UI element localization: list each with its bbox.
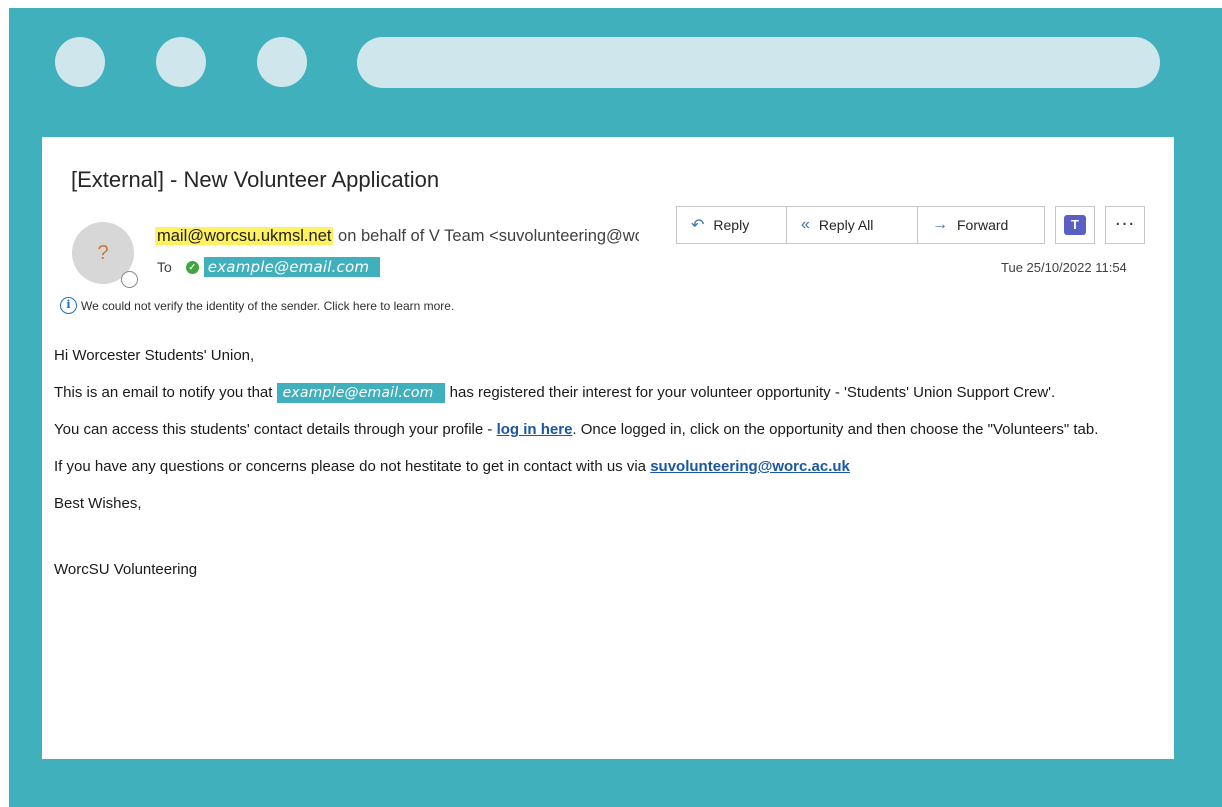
access-text-end: . Once logged in, click on the opportuni… bbox=[572, 421, 1099, 438]
received-date: Tue 25/10/2022 11:54 bbox=[1001, 260, 1127, 275]
reply-label: Reply bbox=[713, 217, 750, 233]
email-closing: Best Wishes, bbox=[54, 495, 142, 512]
recipient-line: To ✓ example@email.com bbox=[157, 257, 381, 277]
forward-label: Forward bbox=[957, 217, 1009, 233]
access-text-start: You can access this students' contact de… bbox=[54, 421, 497, 438]
reply-all-label: Reply All bbox=[818, 217, 874, 233]
log-in-link[interactable]: log in here bbox=[497, 421, 573, 438]
email-paragraph-notification: This is an email to notify you that exam… bbox=[54, 382, 1164, 404]
email-paragraph-contact: If you have any questions or concerns pl… bbox=[54, 456, 1164, 478]
email-reading-pane: [External] - New Volunteer Application ?… bbox=[42, 137, 1174, 759]
window-dot-2 bbox=[156, 37, 206, 87]
window-dot-3 bbox=[257, 37, 307, 87]
presence-status-icon bbox=[121, 271, 138, 288]
teams-button[interactable]: T bbox=[1055, 206, 1095, 244]
reply-icon: ↶ bbox=[691, 217, 705, 234]
applicant-email[interactable]: example@email.com bbox=[276, 383, 446, 403]
email-paragraph-access: You can access this students' contact de… bbox=[54, 419, 1164, 441]
email-subject: [External] - New Volunteer Application bbox=[71, 167, 440, 192]
email-actions: ↶ Reply « Reply All → Forward T ··· bbox=[676, 206, 1145, 244]
reply-button-group: ↶ Reply « Reply All → Forward bbox=[676, 206, 1045, 244]
sender-line[interactable]: mail@worcsu.ukmsl.net on behalf of V Tea… bbox=[155, 227, 639, 246]
reply-all-button[interactable]: « Reply All bbox=[787, 207, 918, 243]
sender-warning[interactable]: i We could not verify the identity of th… bbox=[60, 297, 454, 314]
verified-check-icon: ✓ bbox=[185, 260, 199, 274]
reply-all-icon: « bbox=[801, 216, 810, 233]
contact-text: If you have any questions or concerns pl… bbox=[54, 458, 651, 475]
sender-warning-text[interactable]: We could not verify the identity of the … bbox=[81, 299, 454, 313]
sender-behalf-text: on behalf of V Team <suvolunteering@worc… bbox=[338, 227, 639, 245]
forward-icon: → bbox=[932, 216, 948, 233]
window-dot-1 bbox=[55, 37, 105, 87]
email-signature: WorcSU Volunteering bbox=[54, 561, 198, 578]
email-greeting: Hi Worcester Students' Union, bbox=[54, 347, 255, 364]
forward-button[interactable]: → Forward bbox=[918, 207, 1044, 243]
notification-text-start: This is an email to notify you that bbox=[54, 384, 277, 401]
contact-email-link[interactable]: suvolunteering@worc.ac.uk bbox=[650, 458, 850, 475]
reply-button[interactable]: ↶ Reply bbox=[677, 207, 787, 243]
teams-icon: T bbox=[1064, 215, 1086, 235]
sender-address[interactable]: mail@worcsu.ukmsl.net bbox=[155, 227, 334, 245]
to-label: To bbox=[157, 259, 172, 275]
notification-text-end: has registered their interest for your v… bbox=[445, 384, 1056, 401]
recipient-address[interactable]: example@email.com bbox=[203, 257, 381, 277]
email-body: Hi Worcester Students' Union, This is an… bbox=[54, 345, 1164, 596]
more-options-icon: ··· bbox=[1114, 214, 1136, 235]
info-icon: i bbox=[60, 297, 77, 314]
more-actions-button[interactable]: ··· bbox=[1105, 206, 1145, 244]
address-bar[interactable] bbox=[357, 37, 1160, 88]
